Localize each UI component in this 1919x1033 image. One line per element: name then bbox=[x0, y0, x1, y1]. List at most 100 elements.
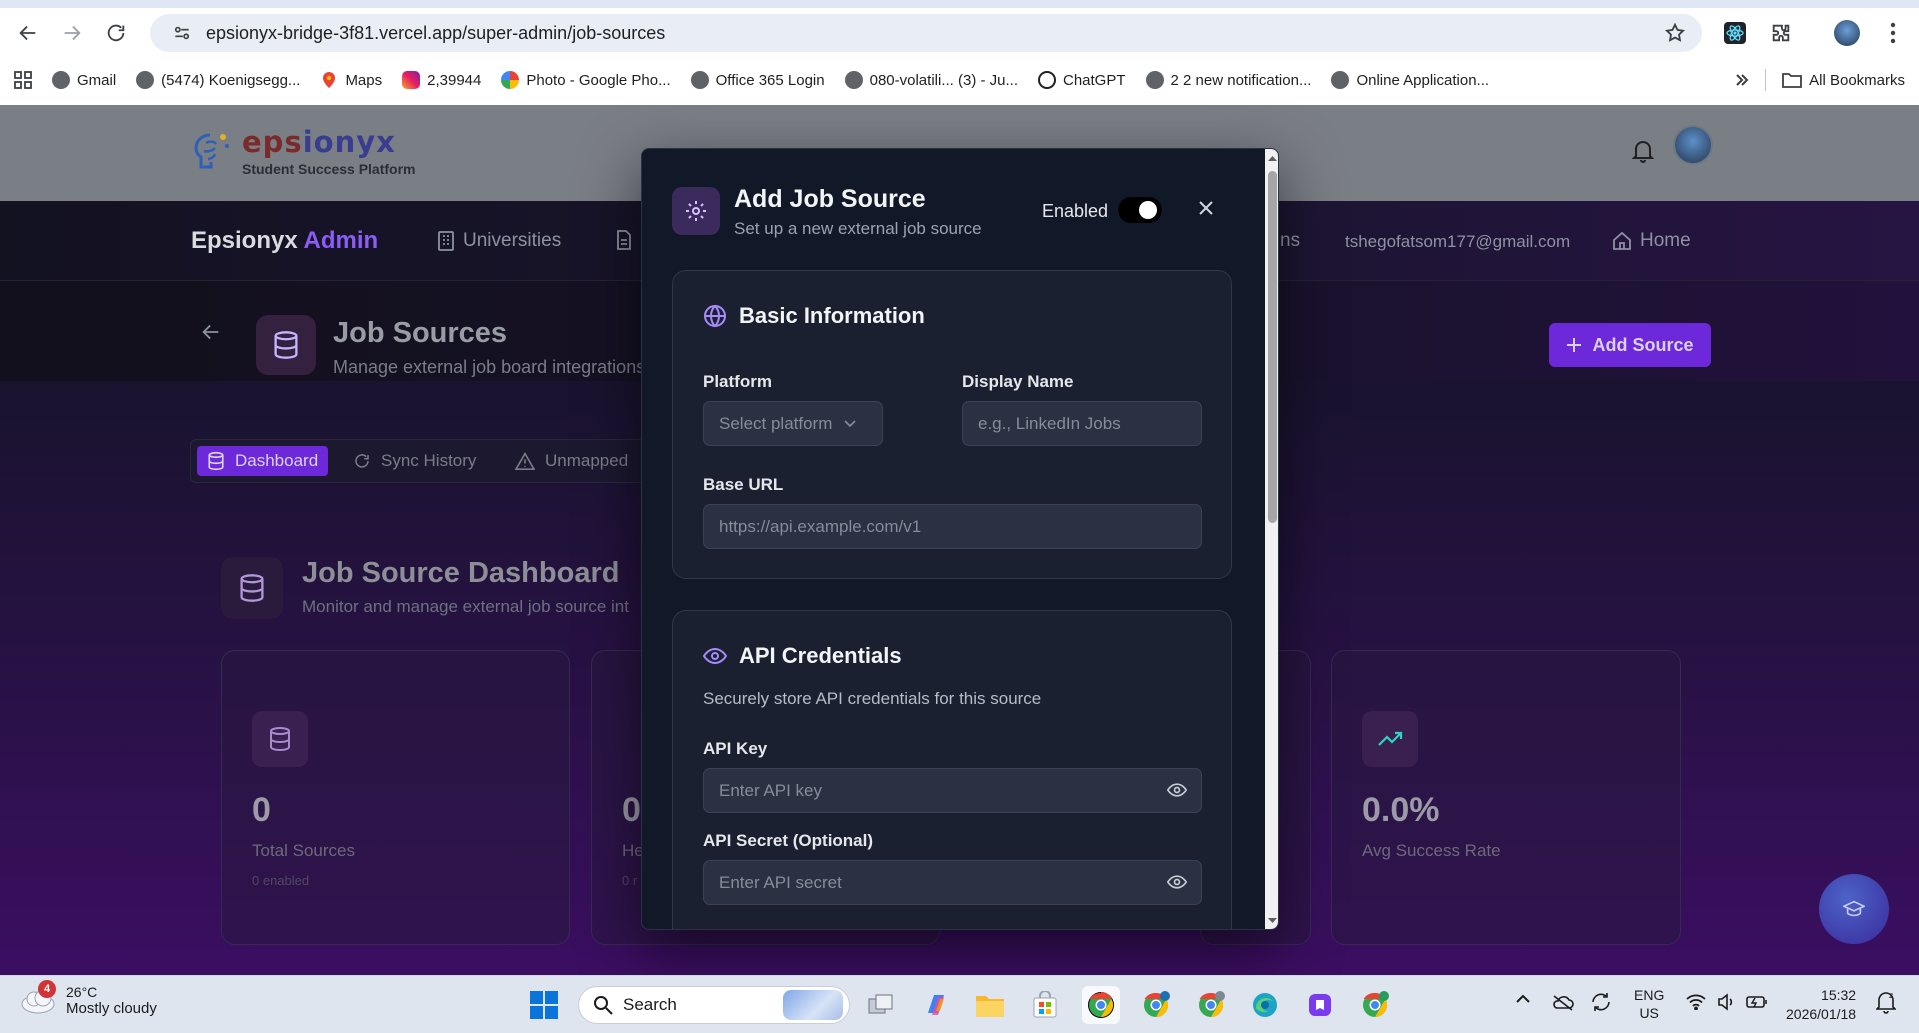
chrome-profile-1-icon[interactable] bbox=[1082, 986, 1120, 1024]
notification-bell-icon[interactable] bbox=[1632, 139, 1654, 163]
edge-icon[interactable] bbox=[1246, 986, 1284, 1024]
teams-app-icon[interactable] bbox=[1301, 986, 1339, 1024]
url-text[interactable]: epsionyx-bridge-3f81.vercel.app/super-ad… bbox=[206, 23, 665, 44]
weather-badge: 4 bbox=[38, 979, 56, 998]
globe-icon bbox=[704, 304, 726, 328]
language-indicator[interactable]: ENG US bbox=[1634, 986, 1664, 1022]
api-key-label: API Key bbox=[703, 739, 768, 758]
stat-value: 0.0% bbox=[1362, 791, 1440, 829]
windows-start-icon[interactable] bbox=[525, 986, 563, 1024]
help-fab-button[interactable] bbox=[1819, 874, 1889, 944]
tray-overflow-chevron-icon[interactable] bbox=[1515, 992, 1531, 1004]
enabled-label: Enabled bbox=[1042, 201, 1109, 221]
microsoft-store-icon[interactable] bbox=[1026, 986, 1064, 1024]
database-icon bbox=[208, 451, 224, 471]
nav-item-ns[interactable]: ns bbox=[1280, 230, 1300, 252]
user-avatar[interactable] bbox=[1673, 125, 1713, 165]
show-password-eye-icon[interactable] bbox=[1167, 874, 1187, 890]
show-password-eye-icon[interactable] bbox=[1167, 782, 1187, 798]
weather-widget[interactable]: 4 26°C Mostly cloudy bbox=[20, 979, 157, 1017]
modal-scrollbar[interactable] bbox=[1265, 149, 1278, 929]
google-photos-icon bbox=[501, 71, 520, 89]
globe-icon bbox=[1145, 71, 1164, 89]
bookmark-google-photos[interactable]: Photo - Google Pho... bbox=[491, 66, 680, 94]
page-subtitle: Manage external job board integrations bbox=[333, 357, 646, 377]
page-title: Job Sources bbox=[333, 317, 508, 349]
bookmark-chatgpt[interactable]: ChatGPT bbox=[1028, 66, 1136, 94]
forward-icon[interactable] bbox=[56, 17, 88, 49]
database-icon bbox=[256, 315, 316, 375]
extensions-icon[interactable] bbox=[1766, 18, 1796, 48]
taskbar-clock[interactable]: 15:32 2026/01/18 bbox=[1786, 986, 1856, 1024]
back-arrow-icon[interactable] bbox=[200, 321, 222, 343]
platform-label: Platform bbox=[703, 372, 772, 391]
chrome-profile-2-icon[interactable] bbox=[1137, 986, 1175, 1024]
bookmark-star-icon[interactable] bbox=[1664, 22, 1686, 44]
logo[interactable]: epsionyx Student Success Platform bbox=[190, 125, 416, 177]
task-view-icon[interactable] bbox=[862, 986, 900, 1024]
tab-unmapped[interactable]: Unmapped bbox=[505, 446, 638, 476]
base-url-label: Base URL bbox=[703, 475, 784, 494]
temperature: 26°C bbox=[66, 984, 98, 1000]
nav-universities[interactable]: Universities bbox=[437, 230, 561, 252]
scroll-down-arrow-icon[interactable] bbox=[1267, 915, 1278, 926]
copilot-icon[interactable] bbox=[917, 986, 955, 1024]
stat-label: Avg Success Rate bbox=[1362, 841, 1501, 860]
all-bookmarks-button[interactable]: All Bookmarks bbox=[1772, 66, 1919, 94]
tab-bar: Dashboard Sync History Unmapped bbox=[190, 439, 660, 483]
scroll-up-arrow-icon[interactable] bbox=[1267, 153, 1278, 164]
bookmark-gmail[interactable]: Gmail bbox=[42, 66, 126, 94]
reload-icon[interactable] bbox=[100, 17, 132, 49]
logo-name: epsionyx bbox=[242, 125, 396, 159]
bookmark-volatility[interactable]: 080-volatili... (3) - Ju... bbox=[835, 66, 1028, 94]
volume-icon[interactable] bbox=[1717, 993, 1735, 1011]
bookmark-maps[interactable]: Maps bbox=[310, 66, 392, 94]
admin-brand[interactable]: Epsionyx Admin bbox=[191, 227, 378, 255]
profile-avatar-icon[interactable] bbox=[1832, 18, 1862, 48]
svg-text:z: z bbox=[1889, 991, 1893, 1000]
enabled-toggle[interactable] bbox=[1118, 197, 1162, 223]
tab-dashboard[interactable]: Dashboard bbox=[197, 446, 329, 476]
taskbar-search[interactable]: Search bbox=[578, 986, 850, 1024]
toggle-knob bbox=[1139, 201, 1157, 219]
bookmark-online-application[interactable]: Online Application... bbox=[1321, 66, 1499, 94]
onedrive-offline-icon[interactable] bbox=[1552, 994, 1574, 1012]
stat-meta: 0 enabled bbox=[252, 873, 310, 888]
scrollbar-thumb[interactable] bbox=[1268, 171, 1277, 523]
api-key-input[interactable]: Enter API key bbox=[703, 768, 1202, 813]
sync-icon[interactable] bbox=[1590, 992, 1612, 1012]
api-secret-label: API Secret (Optional) bbox=[703, 831, 874, 850]
file-explorer-icon[interactable] bbox=[971, 986, 1009, 1024]
base-url-input[interactable]: https://api.example.com/v1 bbox=[703, 504, 1202, 549]
chrome-profile-4-icon[interactable] bbox=[1356, 986, 1394, 1024]
browser-menu-icon[interactable] bbox=[1878, 18, 1908, 48]
modal-close-icon[interactable] bbox=[1197, 199, 1215, 217]
react-devtools-icon[interactable] bbox=[1720, 18, 1750, 48]
more-bookmarks-chevron-icon[interactable] bbox=[1725, 66, 1759, 94]
platform-select[interactable]: Select platform bbox=[703, 401, 883, 446]
globe-icon bbox=[844, 71, 863, 89]
bookmark-office365[interactable]: Office 365 Login bbox=[681, 66, 835, 94]
back-icon[interactable] bbox=[12, 17, 44, 49]
bookmark-koenigsegg[interactable]: (5474) Koenigsegg... bbox=[126, 66, 310, 94]
stat-label: Total Sources bbox=[252, 841, 355, 860]
nav-home[interactable]: Home bbox=[1612, 230, 1691, 252]
dashboard-subtitle: Monitor and manage external job source i… bbox=[302, 597, 629, 616]
brain-logo-icon bbox=[194, 133, 229, 169]
address-bar[interactable]: epsionyx-bridge-3f81.vercel.app/super-ad… bbox=[150, 14, 1702, 52]
apps-grid-icon[interactable] bbox=[0, 66, 42, 94]
nav-item-partial[interactable] bbox=[616, 230, 632, 250]
notification-center-bell-icon[interactable]: z bbox=[1876, 990, 1896, 1014]
modal-title: Add Job Source bbox=[734, 185, 926, 213]
tab-sync-history[interactable]: Sync History bbox=[343, 446, 486, 476]
add-source-button[interactable]: Add Source bbox=[1549, 323, 1711, 367]
bookmark-instagram[interactable]: 2,39944 bbox=[392, 66, 491, 94]
display-name-input[interactable]: e.g., LinkedIn Jobs bbox=[962, 401, 1202, 446]
api-secret-input[interactable]: Enter API secret bbox=[703, 860, 1202, 905]
site-info-icon[interactable] bbox=[164, 23, 200, 43]
eye-icon bbox=[703, 647, 727, 665]
chrome-profile-3-icon[interactable] bbox=[1192, 986, 1230, 1024]
bookmark-notifications[interactable]: 2 2 new notification... bbox=[1136, 66, 1322, 94]
wifi-icon[interactable] bbox=[1686, 994, 1706, 1010]
battery-icon[interactable] bbox=[1746, 993, 1768, 1011]
